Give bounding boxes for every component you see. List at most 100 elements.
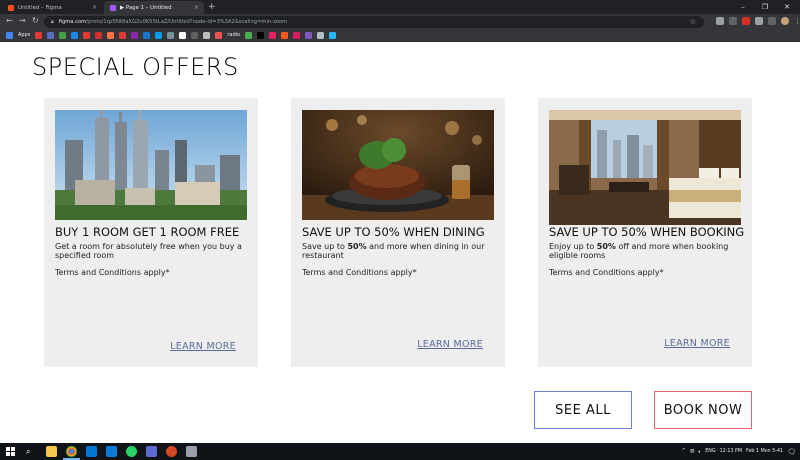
reload-icon[interactable]: ↻ <box>32 16 39 26</box>
see-all-button[interactable]: SEE ALL <box>534 391 632 429</box>
chevron-up-icon[interactable]: ^ <box>682 449 686 454</box>
bookmark-icon[interactable] <box>155 31 163 39</box>
menu-kebab-icon[interactable]: ⋮ <box>794 17 800 25</box>
offer-card-bogo: BUY 1 ROOM GET 1 ROOM FREE Get a room fo… <box>44 98 258 367</box>
city-skyline-photo <box>55 110 247 220</box>
file-explorer-icon[interactable] <box>46 446 57 457</box>
bookmark-icon[interactable] <box>257 31 265 39</box>
bookmark-icon[interactable] <box>305 31 313 39</box>
bookmark-icon[interactable] <box>245 31 253 39</box>
app-icon[interactable] <box>186 446 197 457</box>
offers-page: SPECIAL OFFERS BUY 1 ROOM GET 1 ROOM FRE… <box>0 43 800 443</box>
forward-icon[interactable]: → <box>19 16 26 26</box>
page-title: SPECIAL OFFERS <box>32 53 239 81</box>
description-text: Save up to <box>302 242 348 251</box>
figma-icon <box>110 4 116 11</box>
bookmark-icon[interactable] <box>143 31 151 39</box>
system-tray: ^ ▥ 🔈︎ ENG 12:13 PM Feb 1 Mon 5-41 🗨︎ <box>682 443 796 460</box>
restore-icon[interactable]: ❐ <box>754 3 776 11</box>
extension-icon[interactable] <box>768 17 776 25</box>
hotel-room-photo <box>549 110 741 225</box>
tab-prototype[interactable]: ▶ Page 1 – Untitled × <box>104 1 204 14</box>
bookmark-icon[interactable] <box>95 31 103 39</box>
bookmark-icon[interactable] <box>329 31 337 39</box>
bookmark-icon[interactable] <box>281 31 289 39</box>
bookmark-icon[interactable] <box>191 31 199 39</box>
windows-taskbar: ⌕ ^ ▥ 🔈︎ ENG 12:13 PM Feb 1 Mon 5-41 🗨︎ <box>0 443 800 460</box>
offer-description: Get a room for absolutely free when you … <box>55 242 242 260</box>
offer-title: BUY 1 ROOM GET 1 ROOM FREE <box>55 225 240 239</box>
close-tab-icon[interactable]: × <box>92 4 97 11</box>
bookmark-icon[interactable] <box>269 31 277 39</box>
bookmark-icon[interactable] <box>47 31 55 39</box>
bookmark-icon[interactable] <box>317 31 325 39</box>
bookmark-star-icon[interactable]: ☆ <box>690 18 696 26</box>
learn-more-link[interactable]: LEARN MORE <box>417 339 483 350</box>
bookmark-apps[interactable]: Apps <box>18 32 30 38</box>
tab-figma-file[interactable]: Untitled – Figma × <box>2 1 102 14</box>
clock-time[interactable]: 12:13 PM <box>720 449 742 454</box>
address-bar[interactable]: 🔒︎ figma.com /proto/1qz5Nt8aXG2u0K55tLaZ… <box>44 15 704 28</box>
bookmark-radio[interactable]: radio <box>227 32 240 38</box>
mail-icon[interactable] <box>86 446 97 457</box>
learn-more-link[interactable]: LEARN MORE <box>170 341 236 352</box>
browser-toolbar: ← → ↻ 🔒︎ figma.com /proto/1qz5Nt8aXG2u0K… <box>0 14 800 29</box>
lock-icon[interactable]: 🔒︎ <box>51 19 54 25</box>
book-now-button[interactable]: BOOK NOW <box>654 391 752 429</box>
bookmark-icon[interactable] <box>59 31 67 39</box>
offer-description: Save up to 50% and more when dining in o… <box>302 242 492 260</box>
extension-icon[interactable] <box>729 17 737 25</box>
bookmark-icon[interactable] <box>35 31 43 39</box>
bookmark-icon[interactable] <box>293 31 301 39</box>
whatsapp-icon[interactable] <box>126 446 137 457</box>
learn-more-link[interactable]: LEARN MORE <box>664 338 730 349</box>
language-indicator[interactable]: ENG <box>705 449 715 454</box>
bookmark-icon[interactable] <box>71 31 79 39</box>
app-icon[interactable] <box>146 446 157 457</box>
steak-dinner-photo <box>302 110 494 220</box>
clock-date[interactable]: Feb 1 Mon 5-41 <box>746 449 783 454</box>
figma-icon <box>8 4 14 11</box>
browser-title-bar: Untitled – Figma × ▶ Page 1 – Untitled ×… <box>0 0 800 14</box>
new-tab-button[interactable]: + <box>208 1 216 13</box>
bookmark-icon[interactable] <box>131 31 139 39</box>
chrome-icon[interactable] <box>66 446 77 457</box>
network-icon[interactable]: ▥ <box>690 449 695 454</box>
url-path: /proto/1qz5Nt8aXG2u0K55tLaZ/Untitled?nod… <box>86 18 288 25</box>
notification-icon[interactable]: 🗨︎ <box>787 448 796 456</box>
description-text: Enjoy up to <box>549 242 597 251</box>
bookmark-icon[interactable] <box>167 31 175 39</box>
bookmark-icon[interactable] <box>203 31 211 39</box>
offer-title: SAVE UP TO 50% WHEN BOOKING <box>549 225 745 239</box>
search-icon[interactable]: ⌕ <box>26 446 37 457</box>
apps-grid-icon[interactable] <box>6 31 13 39</box>
window-controls: – ❐ ✕ <box>732 0 798 14</box>
close-tab-icon[interactable]: × <box>194 4 199 11</box>
tab-label: Untitled – Figma <box>18 4 62 11</box>
offer-title: SAVE UP TO 50% WHEN DINING <box>302 225 485 239</box>
bookmark-icon[interactable] <box>215 31 223 39</box>
tab-label: ▶ Page 1 – Untitled <box>120 4 172 11</box>
puzzle-icon[interactable] <box>755 17 763 25</box>
bookmark-icon[interactable] <box>119 31 127 39</box>
store-icon[interactable] <box>106 446 117 457</box>
bookmark-icon[interactable] <box>83 31 91 39</box>
minimize-icon[interactable]: – <box>732 3 754 11</box>
close-window-icon[interactable]: ✕ <box>776 3 798 11</box>
bookmark-icon[interactable] <box>107 31 115 39</box>
offer-terms: Terms and Conditions apply* <box>549 268 664 277</box>
bookmark-icon[interactable] <box>179 31 187 39</box>
powerpoint-icon[interactable] <box>166 446 177 457</box>
url-host: figma.com <box>58 18 87 25</box>
offer-terms: Terms and Conditions apply* <box>55 268 170 277</box>
offer-terms: Terms and Conditions apply* <box>302 268 417 277</box>
extension-icon[interactable] <box>716 17 724 25</box>
profile-avatar-icon[interactable] <box>781 17 789 25</box>
back-icon[interactable]: ← <box>6 16 13 26</box>
description-highlight: 50% <box>347 242 367 251</box>
bookmarks-bar: Apps radio <box>0 29 800 42</box>
extension-icon[interactable] <box>742 17 750 25</box>
volume-icon[interactable]: 🔈︎ <box>698 449 701 455</box>
windows-start-icon[interactable] <box>6 447 15 456</box>
offer-card-booking: SAVE UP TO 50% WHEN BOOKING Enjoy up to … <box>538 98 752 367</box>
